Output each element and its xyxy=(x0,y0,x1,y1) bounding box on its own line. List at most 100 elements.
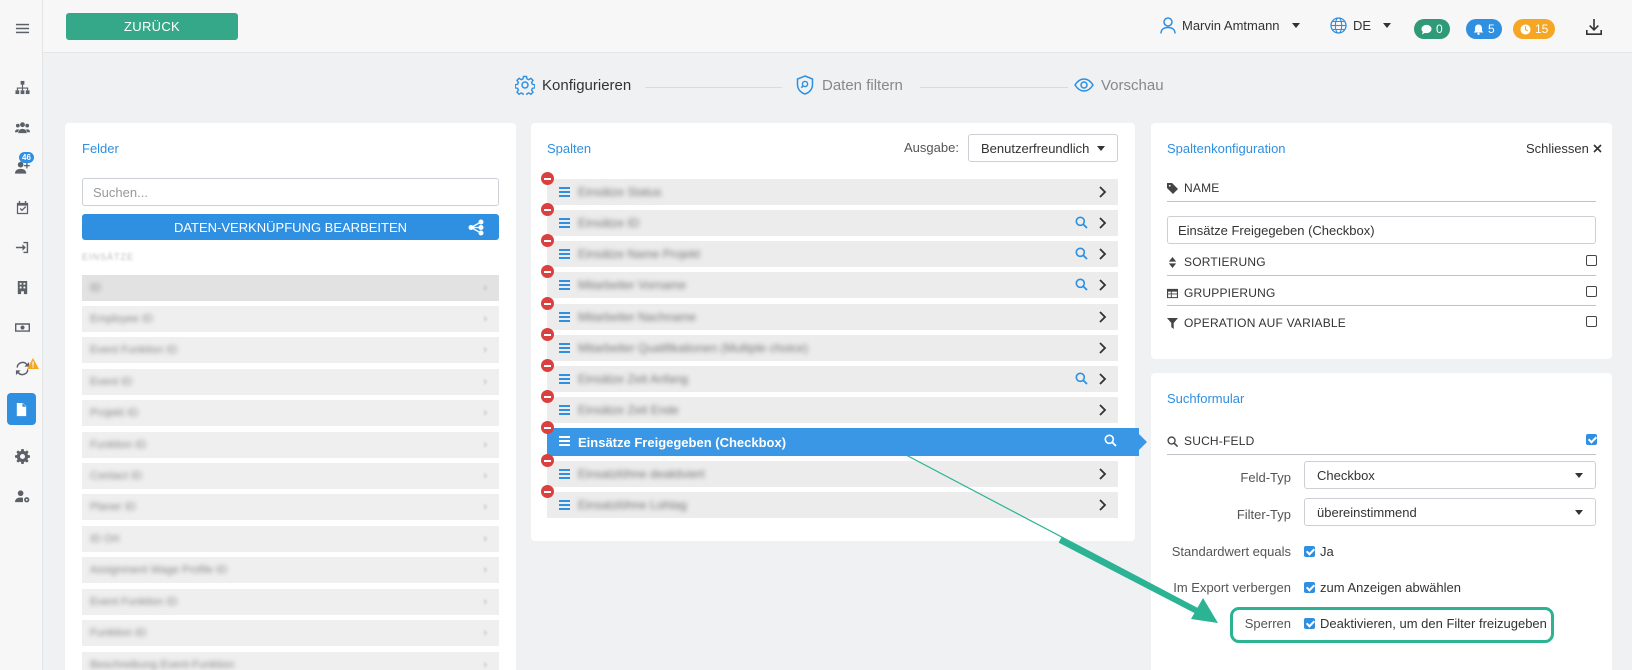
remove-icon[interactable] xyxy=(541,390,554,403)
felder-row[interactable]: ID › xyxy=(82,275,499,301)
drag-handle-icon[interactable] xyxy=(559,500,570,510)
sortierung-checkbox[interactable] xyxy=(1586,255,1597,266)
drag-handle-icon[interactable] xyxy=(559,280,570,290)
drag-handle-icon[interactable] xyxy=(559,343,570,353)
remove-icon[interactable] xyxy=(541,421,554,434)
chevron-right-icon xyxy=(1099,373,1107,385)
drag-handle-icon[interactable] xyxy=(559,187,570,197)
step-label: Daten filtern xyxy=(822,76,903,94)
felder-search-input[interactable]: Suchen... xyxy=(82,178,499,206)
drag-handle-icon[interactable] xyxy=(559,218,570,228)
chevron-down-icon xyxy=(1097,146,1105,151)
standardwert-checkbox[interactable] xyxy=(1304,546,1315,557)
export-checkbox[interactable] xyxy=(1304,582,1315,593)
drag-handle-icon[interactable] xyxy=(559,249,570,259)
user-menu[interactable]: Marvin Amtmann xyxy=(1160,17,1300,34)
gruppierung-checkbox[interactable] xyxy=(1586,286,1597,297)
column-row[interactable]: Einsätze Zeit Anfang xyxy=(541,359,1118,392)
felder-row[interactable]: Contact ID › xyxy=(82,463,499,489)
remove-icon[interactable] xyxy=(541,454,554,467)
chevron-down-icon xyxy=(1383,23,1392,28)
user-cog-icon[interactable] xyxy=(11,485,33,507)
money-icon[interactable] xyxy=(11,316,33,338)
felder-row[interactable]: Funktion ID › xyxy=(82,620,499,646)
column-row[interactable]: Einsatzlöhne deaktiviert xyxy=(541,454,1118,487)
drag-handle-icon[interactable] xyxy=(559,436,570,446)
building-icon[interactable] xyxy=(11,276,33,298)
drag-handle-icon[interactable] xyxy=(559,312,570,322)
column-row[interactable]: Einsatzlöhne Lohtag xyxy=(541,485,1118,518)
back-button[interactable]: ZURÜCK xyxy=(66,13,238,40)
messages-badge[interactable]: 0 xyxy=(1414,19,1450,39)
felder-row[interactable]: Beschreibung Event-Funktion › xyxy=(82,652,499,670)
felder-row-label: Event Funktion ID xyxy=(90,596,178,608)
name-input[interactable]: Einsätze Freigegeben (Checkbox) xyxy=(1167,216,1596,244)
feld-typ-select[interactable]: Checkbox xyxy=(1304,461,1596,489)
step-connector xyxy=(920,87,1068,88)
felder-row-label: Funktion ID xyxy=(90,439,147,451)
feld-typ-label: Feld-Typ xyxy=(1240,470,1291,485)
drag-handle-icon[interactable] xyxy=(559,374,570,384)
column-row[interactable]: Mitarbeiter Nachname xyxy=(541,297,1118,330)
sign-in-icon[interactable] xyxy=(11,236,33,258)
column-row[interactable]: Mitarbeiter Vorname xyxy=(541,265,1118,298)
drag-handle-icon[interactable] xyxy=(559,469,570,479)
column-row[interactable]: Einsätze Zeit Ende xyxy=(541,390,1118,423)
messages-count: 0 xyxy=(1436,22,1443,36)
felder-row[interactable]: Funktion ID › xyxy=(82,432,499,458)
remove-icon[interactable] xyxy=(541,265,554,278)
chevron-right-icon: › xyxy=(483,627,487,639)
felder-row[interactable]: Employee ID › xyxy=(82,306,499,332)
document-icon[interactable] xyxy=(7,393,36,425)
notifications-badge[interactable]: 5 xyxy=(1466,19,1502,39)
data-link-edit-button[interactable]: DATEN-VERKNÜPFUNG BEARBEITEN xyxy=(82,214,499,240)
column-row[interactable]: Einsätze Name Projekt xyxy=(541,234,1118,267)
step-konfigurieren[interactable]: Konfigurieren xyxy=(515,75,631,95)
table-icon xyxy=(1167,288,1178,298)
felder-row[interactable]: Projekt ID › xyxy=(82,400,499,426)
calendar-check-icon[interactable] xyxy=(11,196,33,218)
operation-checkbox[interactable] xyxy=(1586,316,1597,327)
bell-icon xyxy=(1473,23,1484,35)
step-vorschau[interactable]: Vorschau xyxy=(1074,75,1164,95)
gear-icon[interactable] xyxy=(11,445,33,467)
felder-row[interactable]: Event Funktion ID › xyxy=(82,337,499,363)
hamburger-icon[interactable] xyxy=(11,17,33,39)
column-label: Einsätze Freigegeben (Checkbox) xyxy=(578,434,787,450)
column-row[interactable]: Mitarbeiter Qualifikationen (Multiple ch… xyxy=(541,328,1118,361)
reminders-badge[interactable]: 15 xyxy=(1513,19,1556,39)
divider xyxy=(1167,454,1596,455)
remove-icon[interactable] xyxy=(541,485,554,498)
divider xyxy=(1167,275,1596,276)
felder-row[interactable]: Assignment Wage Profile ID › xyxy=(82,557,499,583)
remove-icon[interactable] xyxy=(541,359,554,372)
standardwert-value: Ja xyxy=(1320,544,1334,559)
download-icon[interactable] xyxy=(1585,18,1603,36)
filter-typ-select[interactable]: übereinstimmend xyxy=(1304,498,1596,526)
remove-icon[interactable] xyxy=(541,234,554,247)
felder-row[interactable]: Event Funktion ID › xyxy=(82,589,499,615)
felder-row[interactable]: Event ID › xyxy=(82,369,499,395)
chevron-right-icon xyxy=(1099,279,1107,291)
drag-handle-icon[interactable] xyxy=(559,405,570,415)
ausgabe-select[interactable]: Benutzerfreundlich xyxy=(968,134,1118,162)
felder-title: Felder xyxy=(82,141,119,156)
column-label: Einsätze Zeit Anfang xyxy=(578,372,689,386)
felder-row[interactable]: ID Ort › xyxy=(82,526,499,552)
chevron-right-icon xyxy=(1099,342,1107,354)
remove-icon[interactable] xyxy=(541,297,554,310)
step-daten-filtern[interactable]: Daten filtern xyxy=(795,75,903,95)
felder-row[interactable]: Planer ID › xyxy=(82,494,499,520)
remove-icon[interactable] xyxy=(541,172,554,185)
such-feld-checkbox[interactable] xyxy=(1586,434,1597,445)
close-button[interactable]: Schliessen xyxy=(1526,141,1602,156)
remove-icon[interactable] xyxy=(541,328,554,341)
users-icon[interactable] xyxy=(11,116,33,138)
chevron-right-icon: › xyxy=(483,313,487,325)
org-chart-icon[interactable] xyxy=(11,76,33,98)
column-row[interactable]: Einsätze Status xyxy=(541,172,1118,205)
column-row[interactable]: Einsätze Freigegeben (Checkbox) xyxy=(541,421,1147,456)
remove-icon[interactable] xyxy=(541,203,554,216)
language-selector[interactable]: DE xyxy=(1330,17,1392,34)
column-row[interactable]: Einsätze ID xyxy=(541,203,1118,236)
